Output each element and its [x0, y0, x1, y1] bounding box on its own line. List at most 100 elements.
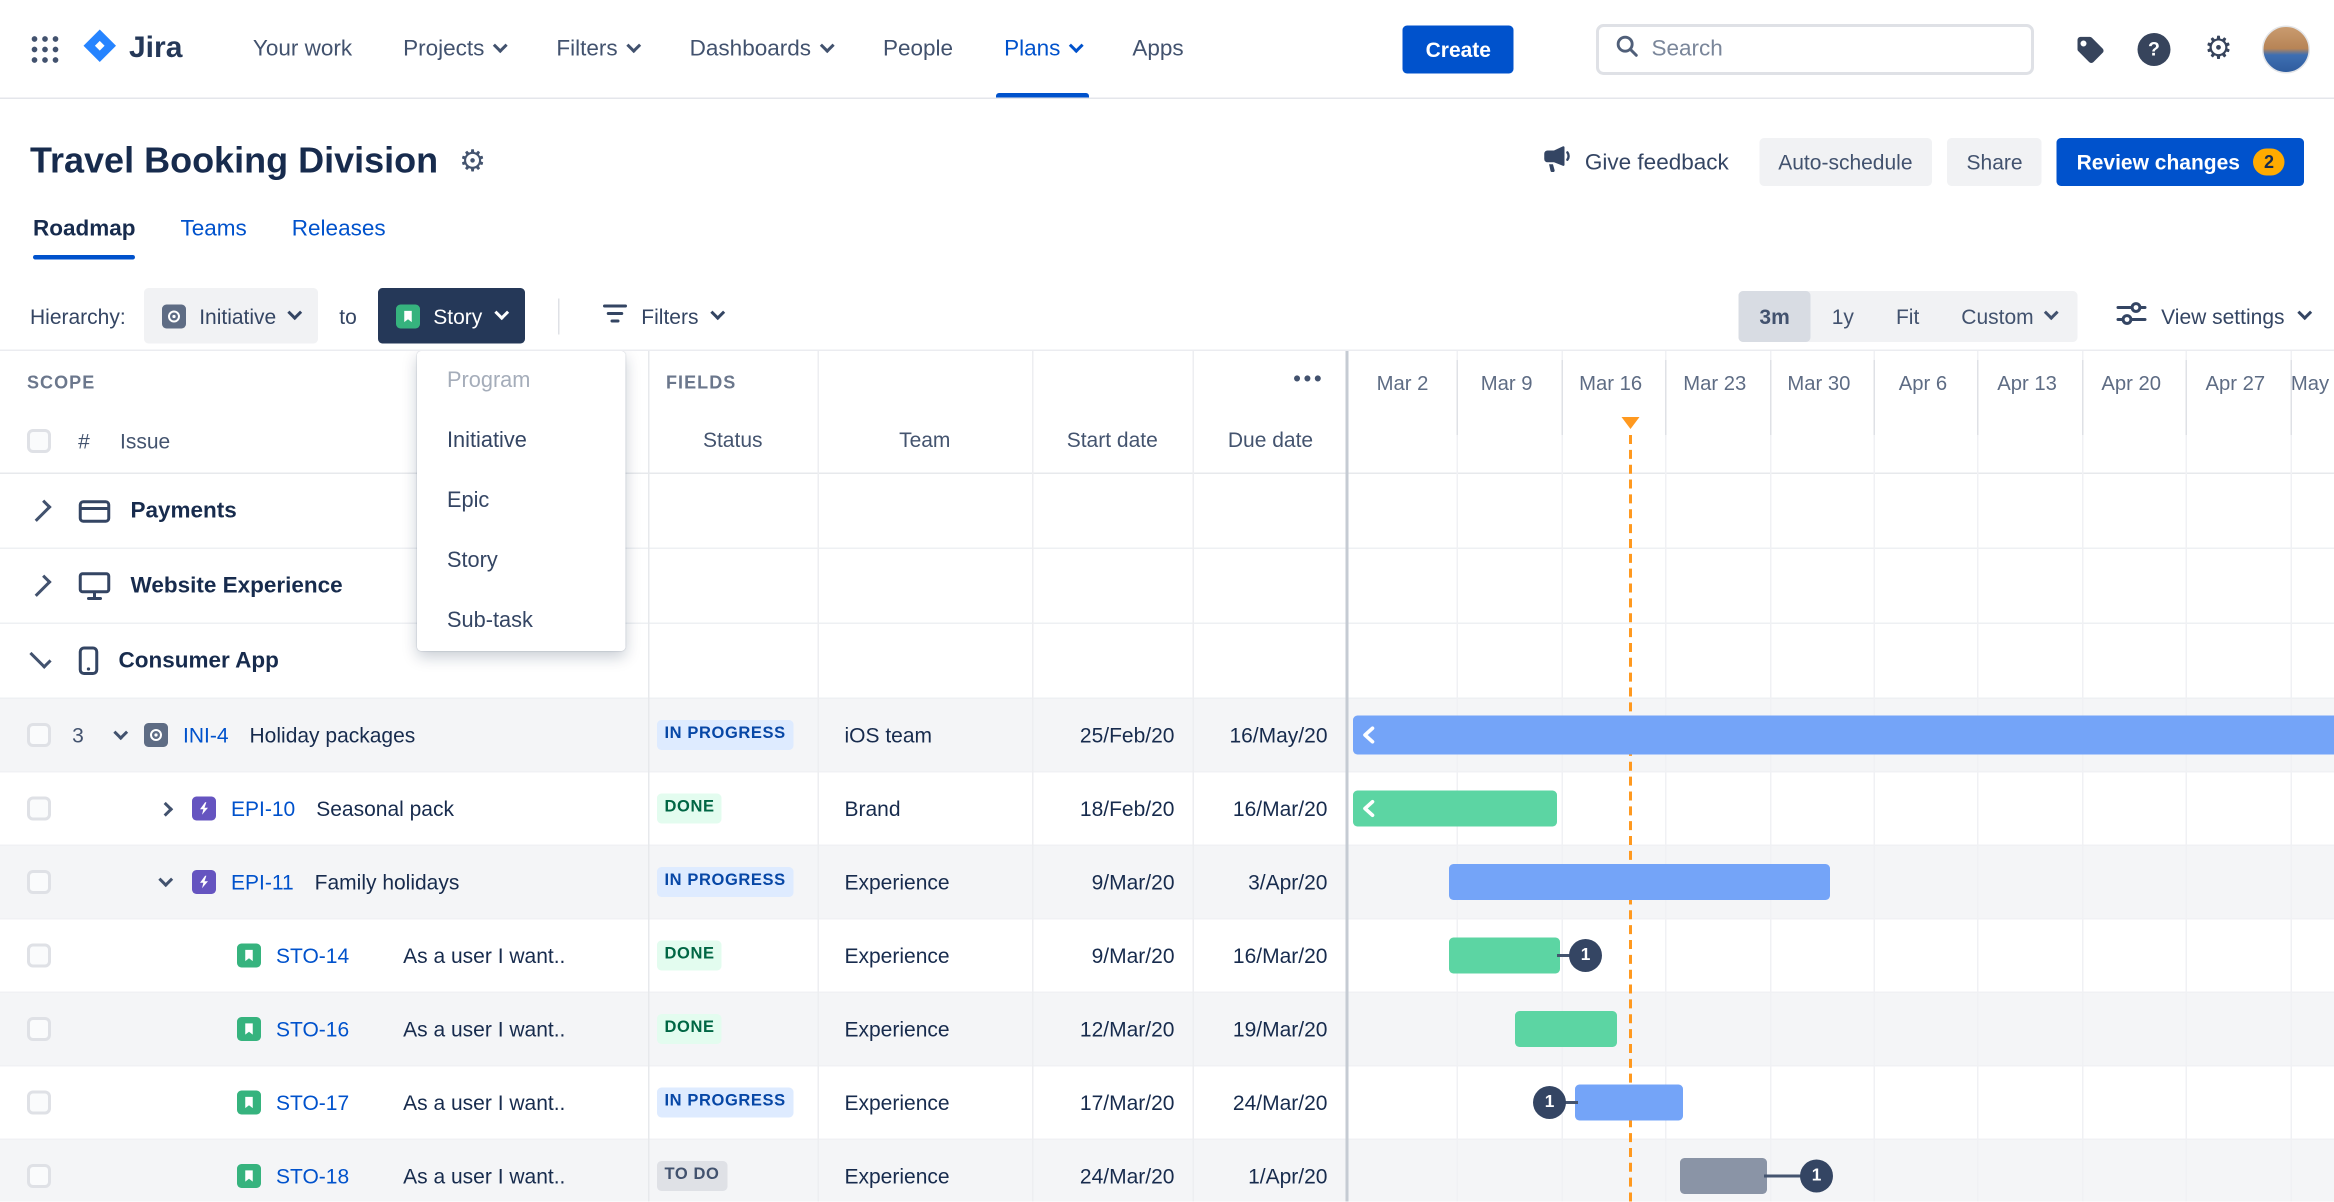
share-button[interactable]: Share: [1947, 138, 2043, 186]
group-row-consumer-app[interactable]: Consumer App: [0, 624, 2334, 699]
start-date-cell[interactable]: 9/Mar/20: [1032, 920, 1193, 992]
schedule-bar-sto-18[interactable]: [1680, 1158, 1767, 1194]
issue-key[interactable]: STO-18: [276, 1164, 349, 1188]
status-cell[interactable]: IN PROGRESS: [648, 1067, 818, 1139]
start-date-cell[interactable]: 25/Feb/20: [1032, 699, 1193, 771]
more-icon[interactable]: •••: [1293, 366, 1324, 390]
review-changes-button[interactable]: Review changes 2: [2057, 138, 2304, 186]
due-date-cell[interactable]: 1/Apr/20: [1193, 1140, 1349, 1202]
issue-checkbox[interactable]: [27, 796, 51, 821]
issue-title[interactable]: As a user I want..: [403, 1091, 565, 1115]
jira-logo[interactable]: Jira: [81, 26, 182, 71]
issue-title[interactable]: As a user I want..: [403, 1164, 565, 1188]
status-cell[interactable]: TO DO: [648, 1140, 818, 1202]
start-date-cell[interactable]: 17/Mar/20: [1032, 1067, 1193, 1139]
team-cell[interactable]: Experience: [818, 1067, 1033, 1139]
dependency-badge[interactable]: 1: [1800, 1159, 1833, 1193]
dependency-badge[interactable]: 1: [1533, 1086, 1566, 1119]
nav-item-your-work[interactable]: Your work: [227, 0, 377, 98]
team-cell[interactable]: Brand: [818, 773, 1033, 845]
collapse-chevron-icon[interactable]: [29, 646, 52, 669]
settings-gear-icon[interactable]: ⚙: [2198, 33, 2240, 65]
select-all-checkbox[interactable]: [27, 429, 51, 453]
schedule-bar-epi-11[interactable]: [1449, 864, 1830, 900]
menu-item-sub-task[interactable]: Sub-task: [417, 591, 626, 651]
hierarchy-to-dropdown[interactable]: Story: [377, 288, 525, 344]
menu-item-epic[interactable]: Epic: [417, 471, 626, 531]
status-cell[interactable]: DONE: [648, 993, 818, 1065]
issue-checkbox[interactable]: [27, 1164, 51, 1188]
team-cell[interactable]: Experience: [818, 993, 1033, 1065]
start-date-cell[interactable]: 12/Mar/20: [1032, 993, 1193, 1065]
status-cell[interactable]: IN PROGRESS: [648, 846, 818, 918]
issue-checkbox[interactable]: [27, 723, 51, 747]
tab-roadmap[interactable]: Roadmap: [33, 216, 137, 260]
schedule-bar-sto-16[interactable]: [1515, 1011, 1617, 1047]
plan-settings-gear-icon[interactable]: ⚙: [459, 147, 486, 177]
status-cell[interactable]: IN PROGRESS: [648, 699, 818, 771]
issue-title[interactable]: As a user I want..: [403, 944, 565, 968]
give-feedback-button[interactable]: Give feedback: [1540, 146, 1729, 179]
dependency-badge[interactable]: 1: [1569, 939, 1602, 972]
due-date-cell[interactable]: 24/Mar/20: [1193, 1067, 1349, 1139]
team-cell[interactable]: iOS team: [818, 699, 1033, 771]
schedule-bar-epi-10[interactable]: [1353, 790, 1557, 827]
team-cell[interactable]: Experience: [818, 1140, 1033, 1202]
tab-releases[interactable]: Releases: [292, 216, 386, 260]
timeframe-option-3m[interactable]: 3m: [1738, 290, 1811, 342]
create-button[interactable]: Create: [1403, 24, 1514, 73]
issue-key[interactable]: EPI-10: [231, 797, 295, 821]
nav-item-people[interactable]: People: [858, 0, 979, 98]
search-box[interactable]: [1596, 23, 2034, 75]
expand-chevron-icon[interactable]: [29, 499, 52, 522]
due-date-cell[interactable]: 16/Mar/20: [1193, 773, 1349, 845]
help-icon[interactable]: ?: [2133, 32, 2175, 66]
start-date-cell[interactable]: 9/Mar/20: [1032, 846, 1193, 918]
status-cell[interactable]: DONE: [648, 920, 818, 992]
issue-title[interactable]: Seasonal pack: [316, 797, 454, 821]
expand-chevron-icon[interactable]: [156, 801, 174, 816]
issue-title[interactable]: As a user I want..: [403, 1017, 565, 1041]
issue-key[interactable]: INI-4: [183, 723, 229, 747]
view-settings-button[interactable]: View settings: [2116, 302, 2313, 331]
issue-checkbox[interactable]: [27, 1090, 51, 1115]
issue-checkbox[interactable]: [27, 943, 51, 968]
issue-title[interactable]: Family holidays: [315, 870, 460, 894]
menu-item-initiative[interactable]: Initiative: [417, 411, 626, 471]
start-date-cell[interactable]: 18/Feb/20: [1032, 773, 1193, 845]
nav-item-dashboards[interactable]: Dashboards: [664, 0, 857, 98]
due-date-cell[interactable]: 16/Mar/20: [1193, 920, 1349, 992]
group-row-payments[interactable]: Payments: [0, 474, 2334, 549]
nav-item-plans[interactable]: Plans: [979, 0, 1107, 98]
due-date-cell[interactable]: 19/Mar/20: [1193, 993, 1349, 1065]
nav-item-apps[interactable]: Apps: [1107, 0, 1209, 98]
schedule-bar-sto-17[interactable]: [1575, 1084, 1683, 1121]
team-cell[interactable]: Experience: [818, 846, 1033, 918]
tag-icon[interactable]: [2069, 34, 2111, 64]
auto-schedule-button[interactable]: Auto-schedule: [1758, 138, 1933, 186]
app-switcher-icon[interactable]: [30, 34, 60, 64]
schedule-bar-sto-14[interactable]: [1449, 937, 1560, 974]
issue-key[interactable]: STO-16: [276, 1017, 349, 1041]
due-date-cell[interactable]: 3/Apr/20: [1193, 846, 1349, 918]
team-cell[interactable]: Experience: [818, 920, 1033, 992]
issue-key[interactable]: STO-17: [276, 1091, 349, 1115]
issue-key[interactable]: STO-14: [276, 944, 349, 968]
issue-checkbox[interactable]: [27, 1017, 51, 1041]
issue-title[interactable]: Holiday packages: [250, 723, 416, 747]
group-row-website-experience[interactable]: Website Experience: [0, 549, 2334, 624]
status-cell[interactable]: DONE: [648, 773, 818, 845]
collapse-chevron-icon[interactable]: [156, 871, 174, 887]
filters-button[interactable]: Filters: [592, 302, 732, 331]
search-input[interactable]: [1651, 36, 2016, 62]
hierarchy-from-dropdown[interactable]: Initiative: [143, 288, 319, 344]
tab-teams[interactable]: Teams: [181, 216, 247, 260]
issue-checkbox[interactable]: [27, 870, 51, 894]
expand-chevron-icon[interactable]: [29, 574, 52, 597]
issue-key[interactable]: EPI-11: [231, 870, 294, 894]
user-avatar[interactable]: [2262, 24, 2310, 73]
nav-item-projects[interactable]: Projects: [378, 0, 531, 98]
collapse-chevron-icon[interactable]: [111, 724, 129, 740]
menu-item-story[interactable]: Story: [417, 531, 626, 591]
timeframe-option-custom[interactable]: Custom: [1940, 290, 2077, 341]
